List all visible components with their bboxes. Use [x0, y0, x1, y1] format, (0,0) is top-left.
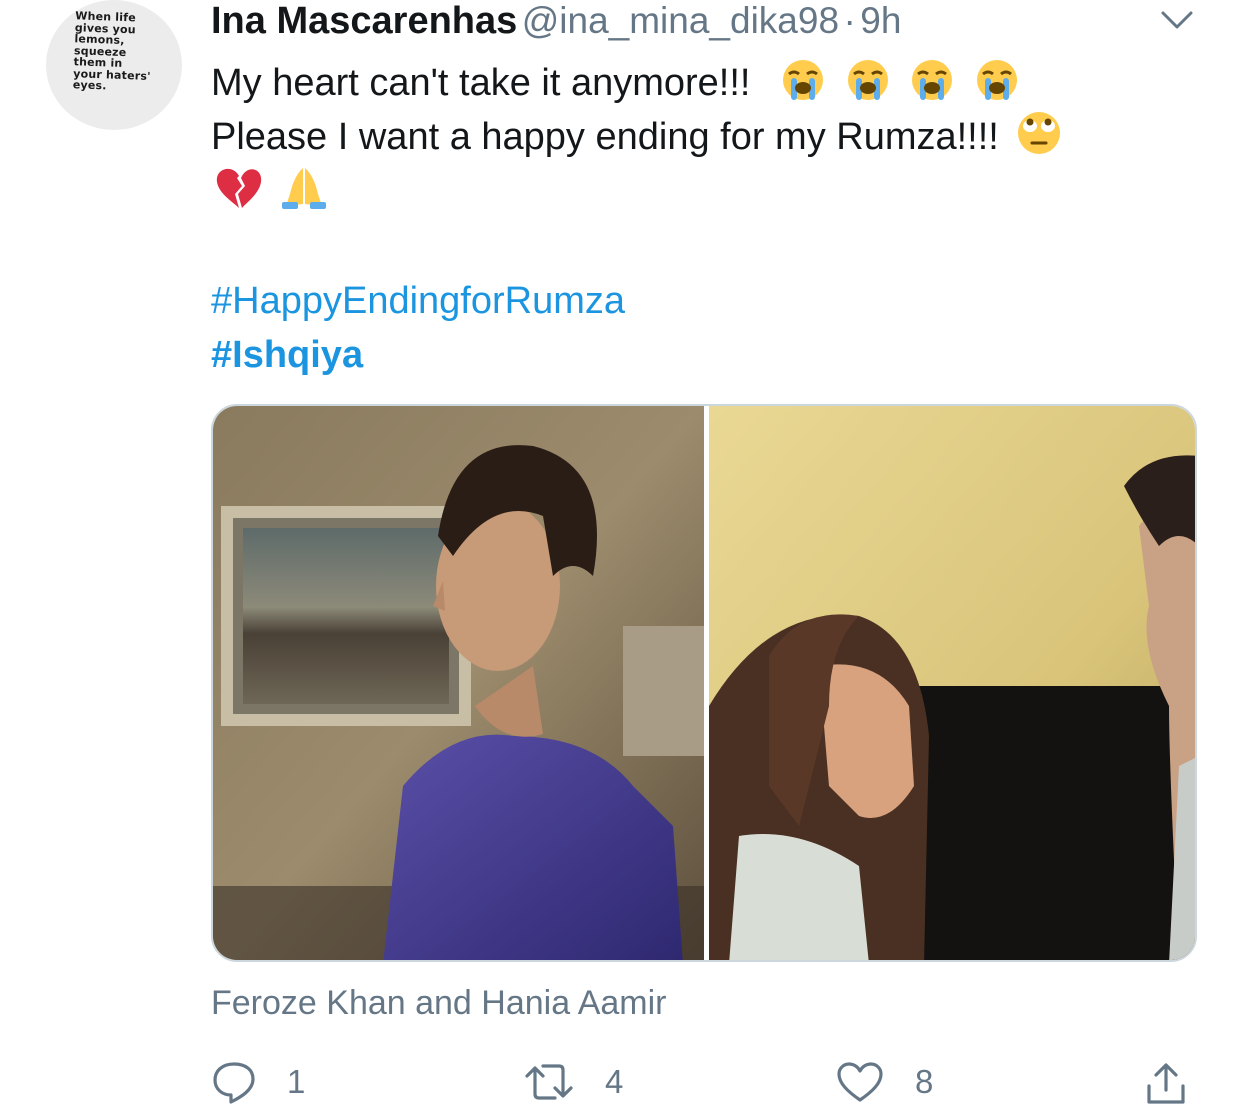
author-handle[interactable]: @ina_mina_dika98	[522, 0, 839, 41]
hashtag-list: #HappyEndingforRumza #Ishqiya	[211, 274, 625, 382]
face-with-rolling-eyes-icon	[1017, 112, 1060, 154]
avatar-text: When life gives you lemons, squeeze them…	[72, 9, 151, 93]
avatar[interactable]: When life gives you lemons, squeeze them…	[46, 0, 182, 130]
share-icon	[1147, 1063, 1185, 1104]
tweet-line-3	[211, 164, 1211, 218]
tweet-text: My heart can't take it anymore!!! Please…	[211, 56, 1211, 218]
reply-count: 1	[287, 1063, 306, 1100]
like-button[interactable]: 8	[835, 1060, 933, 1104]
author-name[interactable]: Ina Mascarenhas	[211, 0, 517, 42]
like-count: 8	[915, 1063, 934, 1100]
loudly-crying-face-icon	[783, 60, 824, 100]
tweet-timestamp[interactable]: 9h	[860, 0, 901, 41]
reply-icon	[213, 1062, 255, 1104]
tweet-line-1: My heart can't take it anymore!!!	[211, 56, 1211, 110]
share-button[interactable]	[1143, 1060, 1189, 1104]
chevron-down-icon[interactable]	[1160, 8, 1194, 32]
loudly-crying-face-icon	[976, 60, 1017, 100]
retweet-button[interactable]: 4	[523, 1060, 623, 1104]
hashtag-link[interactable]: #Ishqiya	[211, 328, 625, 382]
header-separator: ·	[843, 0, 856, 41]
tweet-text-line-1: My heart can't take it anymore!!!	[211, 62, 751, 104]
retweet-count: 4	[605, 1063, 624, 1100]
loudly-crying-face-icon	[847, 60, 888, 100]
media-photo-right[interactable]	[709, 406, 1195, 960]
tweet-actions: 1 4 8	[211, 1060, 1196, 1104]
tweet-text-line-2: Please I want a happy ending for my Rumz…	[211, 116, 999, 158]
folded-hands-icon	[281, 168, 326, 209]
tweet-media[interactable]	[211, 404, 1197, 962]
tweet-header: Ina Mascarenhas @ina_mina_dika98 · 9h	[211, 0, 901, 44]
reply-button[interactable]: 1	[211, 1060, 305, 1104]
tweet-line-2: Please I want a happy ending for my Rumz…	[211, 110, 1211, 164]
broken-heart-icon	[216, 168, 262, 208]
loudly-crying-face-icon	[912, 60, 953, 100]
media-caption: Feroze Khan and Hania Aamir	[211, 984, 667, 1022]
media-photo-left[interactable]	[213, 406, 704, 960]
like-icon	[837, 1062, 883, 1102]
hashtag-link[interactable]: #HappyEndingforRumza	[211, 274, 625, 328]
retweet-icon	[525, 1064, 573, 1100]
